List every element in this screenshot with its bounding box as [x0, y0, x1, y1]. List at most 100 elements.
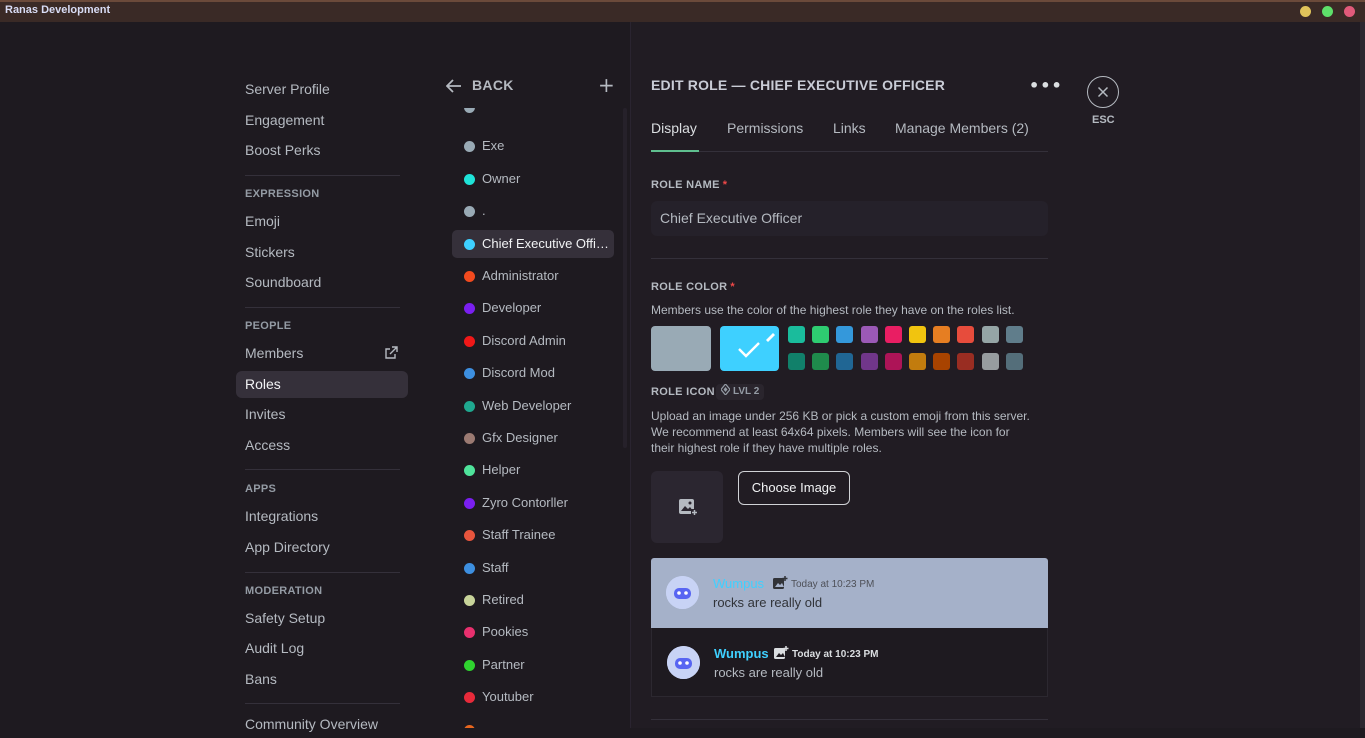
role-color-dot	[464, 401, 475, 412]
role-color-dot	[464, 336, 475, 347]
esc-label: ESC	[1092, 114, 1115, 126]
role-color-dot	[464, 174, 475, 185]
add-image-icon	[679, 499, 698, 516]
color-swatch[interactable]	[788, 326, 805, 343]
role-color-dot	[464, 433, 475, 444]
role-item[interactable]: Staff	[452, 554, 614, 582]
checkmark-icon	[738, 333, 775, 358]
role-item[interactable]: Web Developer	[452, 392, 614, 420]
nav-divider	[245, 703, 400, 704]
default-color-swatch[interactable]	[651, 326, 711, 371]
color-swatch[interactable]	[981, 353, 999, 370]
minimize-button[interactable]	[1300, 6, 1311, 17]
role-item[interactable]: Helper	[452, 456, 614, 484]
role-item[interactable]: Zyro Contorller	[452, 489, 614, 517]
nav-roles[interactable]: Roles	[236, 371, 408, 398]
nav-invites[interactable]: Invites	[236, 401, 408, 428]
edit-role-tabs: Display Permissions Links Manage Members…	[651, 118, 1048, 152]
color-swatch[interactable]	[981, 326, 999, 343]
nav-soundboard[interactable]: Soundboard	[236, 269, 408, 296]
role-name: Youtuber	[482, 689, 534, 704]
content-scrollbar[interactable]	[1360, 22, 1365, 728]
role-icon-upload[interactable]	[651, 471, 723, 543]
color-swatch[interactable]	[909, 353, 926, 370]
color-swatch[interactable]	[860, 353, 878, 370]
color-swatch[interactable]	[933, 326, 951, 343]
role-item[interactable]: .	[452, 197, 614, 225]
role-item-selected[interactable]: Chief Executive Officer	[452, 230, 614, 258]
preview-message: rocks are really old	[714, 665, 824, 680]
nav-access[interactable]: Access	[236, 432, 408, 459]
color-swatch[interactable]	[909, 326, 926, 343]
color-swatch[interactable]	[836, 326, 854, 343]
avatar	[666, 576, 699, 609]
color-swatch[interactable]	[884, 353, 902, 370]
role-item[interactable]: Pookies	[452, 618, 614, 646]
color-swatch[interactable]	[957, 353, 975, 370]
role-item[interactable]: Retired	[452, 586, 614, 614]
tab-display[interactable]: Display	[651, 120, 699, 152]
tab-permissions[interactable]: Permissions	[727, 120, 803, 152]
role-name-label-text: ROLE NAME	[651, 179, 720, 191]
color-swatch[interactable]	[1005, 353, 1023, 370]
nav-safety-setup[interactable]: Safety Setup	[236, 605, 408, 632]
nav-emoji[interactable]: Emoji	[236, 208, 408, 235]
nav-engagement[interactable]: Engagement	[236, 107, 408, 134]
color-swatch[interactable]	[933, 353, 951, 370]
role-item[interactable]: Discord Admin	[452, 327, 614, 355]
nav-stickers[interactable]: Stickers	[236, 239, 408, 266]
color-swatch[interactable]	[957, 326, 975, 343]
color-swatch[interactable]	[884, 326, 902, 343]
level-badge: LVL 2	[716, 383, 765, 400]
more-options-button[interactable]: •••	[1029, 76, 1063, 95]
role-item[interactable]: Owner	[452, 165, 614, 193]
role-item-partial	[452, 108, 614, 118]
color-swatch[interactable]	[1005, 326, 1023, 343]
role-item[interactable]: Discord Mod	[452, 359, 614, 387]
nav-integrations[interactable]: Integrations	[236, 503, 408, 530]
tab-manage-members[interactable]: Manage Members (2)	[895, 120, 1029, 152]
preview-timestamp: Today at 10:23 PM	[791, 579, 875, 590]
custom-color-swatch[interactable]	[720, 326, 779, 371]
color-swatch[interactable]	[836, 353, 854, 370]
role-icon-description-2: We recommend at least 64x64 pixels. Memb…	[651, 425, 1010, 439]
role-icon-description-1: Upload an image under 256 KB or pick a c…	[651, 409, 1030, 423]
choose-image-button[interactable]: Choose Image	[738, 471, 850, 505]
role-name-input[interactable]: Chief Executive Officer	[651, 201, 1048, 236]
role-item[interactable]: Youtuber	[452, 683, 614, 711]
preview-timestamp: Today at 10:23 PM	[792, 649, 879, 660]
maximize-button[interactable]	[1322, 6, 1333, 17]
nav-members[interactable]: Members	[236, 340, 408, 367]
role-name: Chief Executive Officer	[482, 236, 612, 251]
role-item[interactable]: Partner	[452, 651, 614, 679]
role-item-partial[interactable]	[452, 716, 614, 728]
role-item[interactable]: Staff Trainee	[452, 521, 614, 549]
color-swatch[interactable]	[812, 326, 830, 343]
role-item[interactable]: Gfx Designer	[452, 424, 614, 452]
role-item[interactable]: Administrator	[452, 262, 614, 290]
role-color-dot	[464, 271, 475, 282]
nav-divider	[245, 175, 400, 176]
create-role-button[interactable]: +	[598, 75, 615, 95]
nav-audit-log[interactable]: Audit Log	[236, 635, 408, 662]
role-icon-description-3: their highest role if they have multiple…	[651, 441, 882, 455]
nav-heading-expression: EXPRESSION	[245, 188, 320, 200]
color-swatch[interactable]	[788, 353, 805, 370]
color-swatch[interactable]	[812, 353, 830, 370]
nav-divider	[245, 469, 400, 470]
nav-boost-perks[interactable]: Boost Perks	[236, 137, 408, 164]
nav-app-directory[interactable]: App Directory	[236, 534, 408, 561]
nav-bans[interactable]: Bans	[236, 666, 408, 693]
tab-links[interactable]: Links	[833, 120, 866, 152]
close-settings-button[interactable]	[1087, 76, 1119, 108]
role-color-dot	[464, 627, 475, 638]
role-color-dot	[464, 595, 475, 606]
role-item[interactable]: Developer	[452, 294, 614, 322]
nav-server-profile[interactable]: Server Profile	[236, 76, 408, 103]
role-color-description: Members use the color of the highest rol…	[651, 303, 1015, 317]
nav-community-overview[interactable]: Community Overview	[236, 711, 408, 738]
close-window-button[interactable]	[1344, 6, 1355, 17]
color-swatch[interactable]	[860, 326, 878, 343]
role-item[interactable]: Exe	[452, 132, 614, 160]
role-color-dot	[464, 239, 475, 250]
